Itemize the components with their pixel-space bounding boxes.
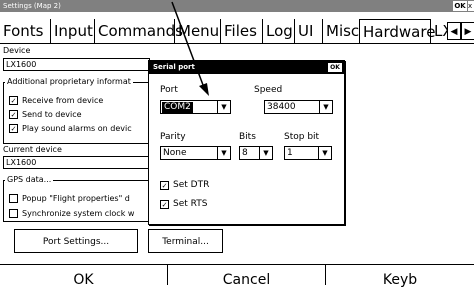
annotation-arrow xyxy=(171,1,209,96)
